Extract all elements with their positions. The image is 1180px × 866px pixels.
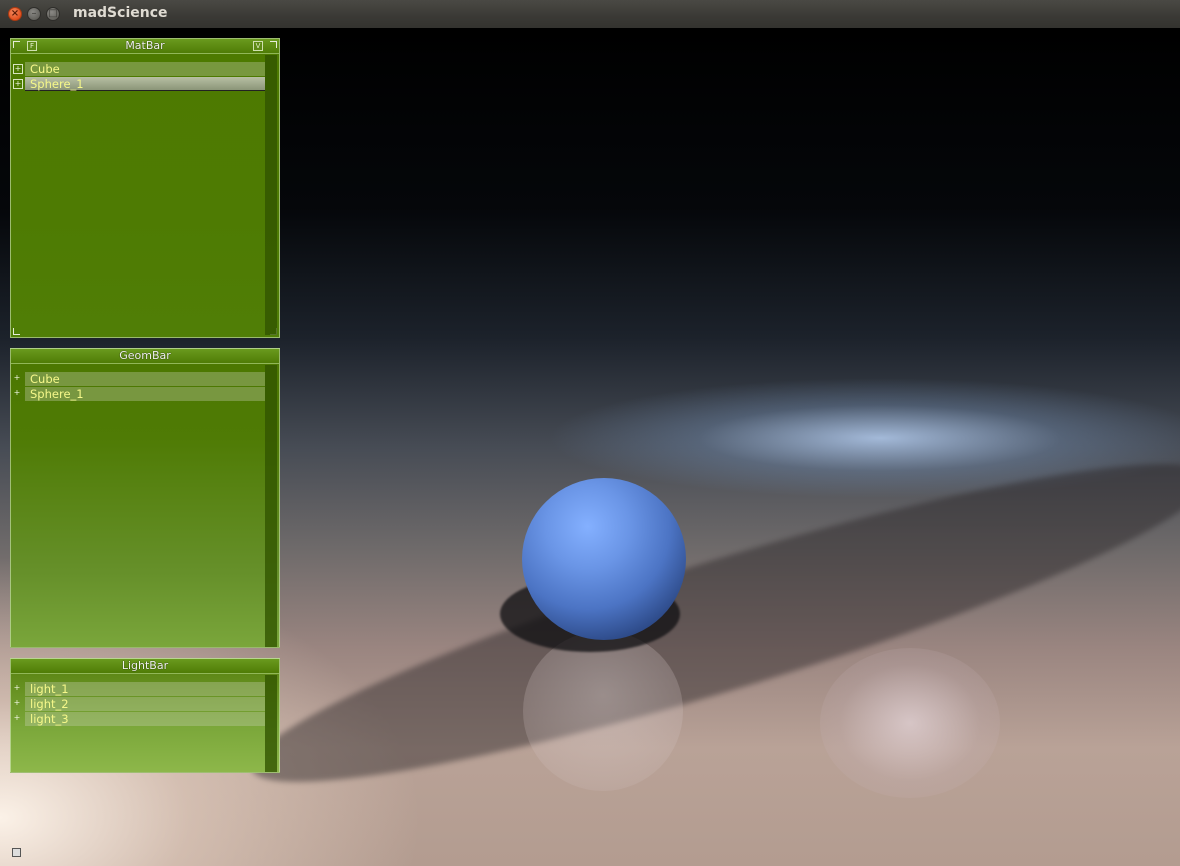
expand-icon[interactable]: + bbox=[13, 684, 21, 692]
expand-icon[interactable]: + bbox=[13, 389, 21, 397]
lightbar-list: + light_1 + light_2 + light_3 bbox=[13, 682, 265, 727]
geombar-titlebar[interactable]: GeomBar bbox=[11, 349, 279, 364]
resize-corner-top-left[interactable] bbox=[13, 41, 20, 48]
geombar-item-cube[interactable]: + Cube bbox=[13, 372, 265, 386]
matbar-panel[interactable]: MatBar F V + Cube + Sphere_1 bbox=[10, 38, 280, 338]
window-title: madScience bbox=[73, 5, 168, 21]
resize-corner-top-right[interactable] bbox=[270, 41, 277, 48]
close-icon: × bbox=[10, 8, 20, 19]
matbar-item-label[interactable]: Cube bbox=[25, 62, 265, 76]
matbar-title: MatBar bbox=[125, 39, 165, 52]
matbar-item-cube[interactable]: + Cube bbox=[13, 62, 265, 76]
geombar-item-sphere-1[interactable]: + Sphere_1 bbox=[13, 387, 265, 401]
window-titlebar[interactable]: × – □ madScience bbox=[0, 0, 1180, 29]
lightbar-item-label[interactable]: light_3 bbox=[25, 712, 265, 726]
matbar-item-label[interactable]: Sphere_1 bbox=[25, 77, 265, 91]
expand-icon[interactable]: + bbox=[13, 374, 21, 382]
resize-corner-bottom-left[interactable] bbox=[13, 328, 20, 335]
close-window-button[interactable]: × bbox=[8, 7, 22, 21]
lightbar-item-label[interactable]: light_2 bbox=[25, 697, 265, 711]
expand-icon[interactable]: + bbox=[13, 699, 21, 707]
minimize-window-button[interactable]: – bbox=[27, 7, 41, 21]
geombar-item-label[interactable]: Sphere_1 bbox=[25, 387, 265, 401]
sphere-reflection bbox=[523, 631, 683, 791]
matbar-scrollbar[interactable] bbox=[265, 55, 277, 335]
lightbar-item-label[interactable]: light_1 bbox=[25, 682, 265, 696]
geombar-item-label[interactable]: Cube bbox=[25, 372, 265, 386]
expand-icon[interactable]: + bbox=[13, 64, 23, 74]
geombar-title: GeomBar bbox=[119, 349, 171, 362]
maximize-window-button[interactable]: □ bbox=[46, 7, 60, 21]
minimize-icon: – bbox=[31, 8, 37, 19]
lightbar-item-light-1[interactable]: + light_1 bbox=[13, 682, 265, 696]
geombar-scrollbar[interactable] bbox=[265, 365, 277, 647]
maximize-icon: □ bbox=[48, 8, 58, 19]
lightbar-scrollbar[interactable] bbox=[265, 675, 277, 772]
lightbar-item-light-3[interactable]: + light_3 bbox=[13, 712, 265, 726]
sphere-long-shadow bbox=[232, 414, 1180, 832]
sphere-object[interactable] bbox=[522, 478, 686, 640]
matbar-list: + Cube + Sphere_1 bbox=[13, 62, 265, 92]
corner-handle[interactable] bbox=[12, 848, 21, 857]
matbar-fit-icon[interactable]: F bbox=[27, 41, 37, 51]
expand-icon[interactable]: + bbox=[13, 714, 21, 722]
matbar-item-sphere-1[interactable]: + Sphere_1 bbox=[13, 77, 265, 91]
lightbar-item-light-2[interactable]: + light_2 bbox=[13, 697, 265, 711]
geombar-list: + Cube + Sphere_1 bbox=[13, 372, 265, 402]
expand-icon[interactable]: + bbox=[13, 79, 23, 89]
lightbar-titlebar[interactable]: LightBar bbox=[11, 659, 279, 674]
lightbar-title: LightBar bbox=[121, 659, 169, 672]
lightbar-panel[interactable]: LightBar + light_1 + light_2 + light_3 bbox=[10, 658, 280, 773]
geombar-panel[interactable]: GeomBar + Cube + Sphere_1 bbox=[10, 348, 280, 648]
matbar-titlebar[interactable]: MatBar bbox=[11, 39, 279, 54]
light-glow bbox=[820, 648, 1000, 798]
matbar-iconify-icon[interactable]: V bbox=[253, 41, 263, 51]
